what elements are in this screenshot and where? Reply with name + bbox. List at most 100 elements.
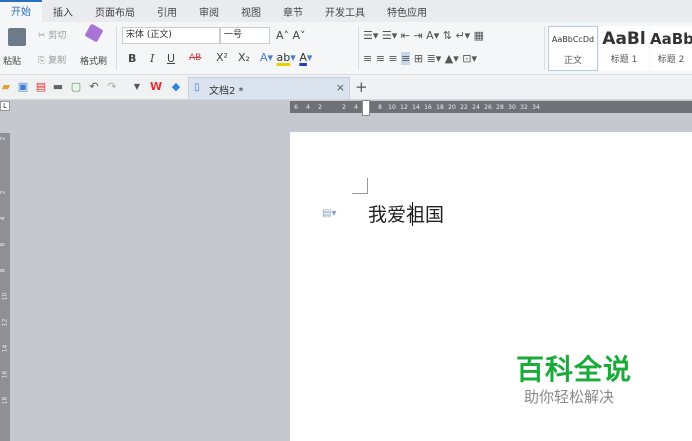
export-pdf-icon[interactable]: ▤: [35, 81, 47, 93]
superscript-button[interactable]: X²: [216, 51, 228, 64]
style-preview: AaBb: [650, 30, 692, 48]
style-heading-1[interactable]: AaBl 标题 1: [599, 26, 649, 71]
ruler-tick-label: 18: [1, 396, 9, 405]
ruler-tick-label: 28: [496, 103, 504, 111]
tab-review[interactable]: 审阅: [188, 4, 230, 19]
close-tab-icon[interactable]: ×: [336, 81, 345, 94]
align-icons[interactable]: ≡ ≡ ≡ ≡ ⊞ ≣▾ ▲▾ ⊡▾: [363, 52, 477, 65]
strikethrough-button[interactable]: AB: [189, 53, 201, 63]
style-label: 标题 2: [657, 55, 685, 65]
new-tab-button[interactable]: +: [355, 78, 368, 96]
ribbon: 粘贴 ✂ 剪切 ⎘ 复制 格式刷 宋体 (正文) 一号 A˄ A˅ B I U …: [0, 22, 692, 75]
ruler-tick-label: 20: [448, 103, 456, 111]
document-page[interactable]: ▤▾ 我爱祖国 百科全说 助你轻松解决: [290, 132, 692, 441]
ruler-tick-label: 6: [294, 103, 298, 111]
tab-special-apps[interactable]: 特色应用: [376, 4, 438, 19]
text-effect-icon[interactable]: A▾ ab▾ A▾: [260, 51, 312, 64]
cut-button[interactable]: ✂ 剪切: [38, 28, 66, 41]
format-painter-button[interactable]: 格式刷: [80, 54, 107, 67]
ruler-tick-label: 18: [436, 103, 444, 111]
tab-page-layout[interactable]: 页面布局: [84, 4, 146, 19]
ruler-tick-label: 32: [520, 103, 528, 111]
ruler-tick-label: 4: [306, 103, 310, 111]
subscript-button[interactable]: X₂: [238, 51, 250, 64]
italic-button[interactable]: I: [150, 52, 154, 65]
cloud-icon[interactable]: ◆: [170, 81, 182, 93]
ruler-tick-label: 6: [0, 242, 7, 247]
style-heading-2[interactable]: AaBb 标题 2: [650, 26, 692, 71]
list-icons[interactable]: ☰▾ ☰▾ ⇤ ⇥ A▾ ⇅ ↵▾ ▦: [363, 29, 484, 42]
ruler-tick-label: 12: [400, 103, 408, 111]
tab-developer[interactable]: 开发工具: [314, 4, 376, 19]
format-painter-icon[interactable]: [84, 23, 104, 43]
menu-bar: 开始 插入 页面布局 引用 审阅 视图 章节 开发工具 特色应用: [0, 0, 692, 22]
tab-references[interactable]: 引用: [146, 4, 188, 19]
copy-icon: ⎘: [38, 56, 46, 66]
undo-icon[interactable]: ↶: [88, 81, 100, 93]
document-tab-title: 文档2 *: [209, 86, 244, 97]
copy-label: 复制: [48, 56, 67, 66]
ruler-tick-label: 12: [1, 318, 9, 327]
style-preview: AaBbCcDd: [551, 35, 595, 44]
underline-button[interactable]: U: [167, 52, 175, 65]
document-text[interactable]: 我爱祖国: [368, 200, 444, 227]
ruler-tick-label: 16: [1, 370, 9, 379]
ruler-tick-label: 30: [508, 103, 516, 111]
text-cursor: [412, 202, 413, 226]
tab-insert[interactable]: 插入: [42, 4, 84, 19]
ruler-tick-label: 2: [0, 136, 7, 141]
print-icon[interactable]: ▬: [52, 81, 64, 93]
tab-section[interactable]: 章节: [272, 4, 314, 19]
style-label: 标题 1: [610, 55, 638, 65]
wps-logo-icon[interactable]: W: [150, 81, 162, 93]
tab-home[interactable]: 开始: [0, 0, 42, 22]
ruler-tick-label: 14: [1, 344, 9, 353]
ruler-tick-label: 4: [354, 103, 358, 111]
ruler-tick-label: 16: [424, 103, 432, 111]
ruler-tick-label: 8: [378, 103, 382, 111]
font-name-select[interactable]: 宋体 (正文): [122, 27, 220, 44]
horizontal-ruler[interactable]: 642246810121416182022242628303234: [290, 101, 692, 113]
tab-view[interactable]: 视图: [230, 4, 272, 19]
quick-access-bar: ▰ ▣ ▤ ▬ ▢ ↶ ↷ ▼ W ◆ ▯ 文档2 * × +: [0, 75, 692, 100]
style-normal[interactable]: AaBbCcDd 正文: [548, 26, 598, 71]
indent-marker[interactable]: [362, 100, 370, 116]
ruler-tick-label: 10: [388, 103, 396, 111]
highlight-icon[interactable]: ab: [277, 51, 291, 64]
style-preview: AaBl: [602, 29, 646, 49]
ruler-tick-label: 34: [532, 103, 540, 111]
paste-icon[interactable]: [8, 28, 26, 46]
font-color-icon[interactable]: A: [299, 51, 307, 64]
cut-label: 剪切: [48, 31, 67, 41]
watermark-subtitle: 助你轻松解决: [524, 388, 615, 406]
ruler-tick-label: 2: [342, 103, 346, 111]
bold-button[interactable]: B: [128, 52, 136, 65]
print-preview-icon[interactable]: ▢: [70, 81, 82, 93]
save-icon[interactable]: ▣: [17, 81, 29, 93]
paragraph-options-icon[interactable]: ▤▾: [322, 208, 336, 219]
open-icon[interactable]: ▰: [0, 81, 12, 93]
ruler-tick-label: 2: [0, 190, 7, 195]
style-label: 正文: [563, 56, 582, 66]
ruler-tick-label: 2: [318, 103, 322, 111]
scissors-icon: ✂: [38, 31, 46, 41]
ruler-tick-label: 10: [1, 292, 9, 301]
grow-shrink-font-icons[interactable]: A˄ A˅: [276, 29, 306, 42]
copy-button[interactable]: ⎘ 复制: [38, 53, 66, 66]
redo-icon[interactable]: ↷: [106, 81, 118, 93]
paste-button[interactable]: 粘贴: [3, 54, 21, 67]
dropdown-icon[interactable]: ▼: [131, 81, 143, 93]
font-size-select[interactable]: 一号: [220, 27, 270, 44]
ruler-tick-label: 24: [472, 103, 480, 111]
justify-icon[interactable]: ≡: [401, 52, 411, 65]
ruler-tick-label: 26: [484, 103, 492, 111]
document-tab[interactable]: ▯ 文档2 * ×: [188, 77, 350, 99]
vertical-ruler[interactable]: 2 2 4 6 8 10 12 14 16 18: [0, 133, 10, 441]
ruler-tick-label: 4: [0, 216, 7, 221]
ruler-tick-label: 22: [460, 103, 468, 111]
watermark-title: 百科全说: [516, 353, 633, 386]
ruler-tick-label: 14: [412, 103, 420, 111]
document-icon: ▯: [194, 82, 200, 93]
margin-corner-mark: [352, 178, 368, 194]
tab-stop-selector[interactable]: L: [0, 101, 10, 111]
